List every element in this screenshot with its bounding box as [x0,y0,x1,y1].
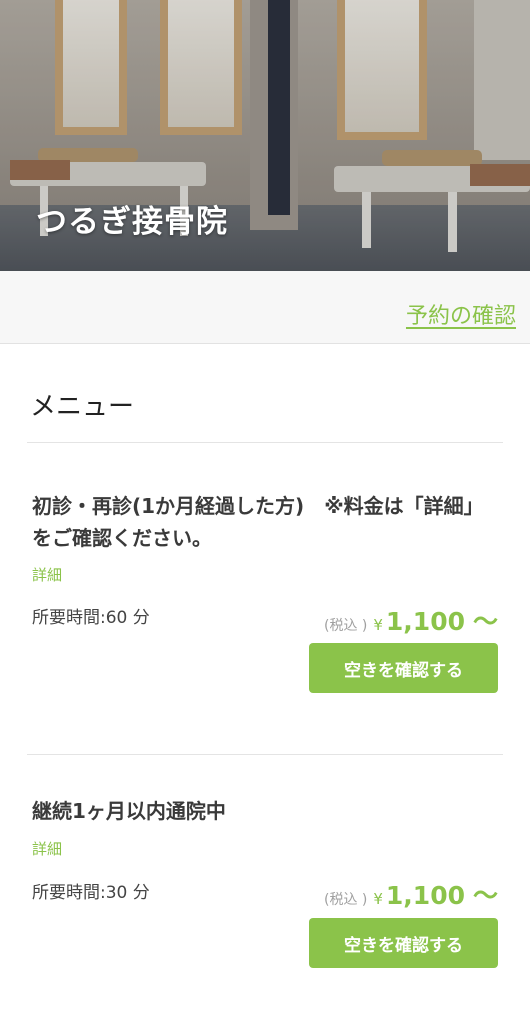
price-amount: 1,100 [385,881,465,910]
price-amount: 1,100 [385,607,465,636]
currency-symbol: ¥ [373,616,383,634]
duration-text: 所要時間:60 分 [32,608,150,628]
menu-item-title: 継続1ヶ月以内通院中 [32,799,226,823]
subheader-bar: 予約の確認 [0,271,530,344]
menu-item-title: 初診・再診(1か月経過した方) ※料金は「詳細」をご確認ください。 [32,494,484,550]
price: (税込 ) ¥1,100 〜 [324,876,498,912]
check-availability-button[interactable]: 空きを確認する [309,918,498,968]
detail-link[interactable]: 詳細 [32,564,62,585]
detail-link[interactable]: 詳細 [32,838,62,859]
divider [27,754,503,755]
hero-banner: つるぎ接骨院 [0,0,530,271]
price-suffix: 〜 [472,607,498,636]
price-suffix: 〜 [472,881,498,910]
duration-text: 所要時間:30 分 [32,883,150,903]
price: (税込 ) ¥1,100 〜 [324,602,498,638]
tax-label: (税込 ) [323,892,368,908]
tax-label: (税込 ) [323,618,368,634]
reservation-check-link[interactable]: 予約の確認 [406,298,516,330]
check-availability-button[interactable]: 空きを確認する [309,643,498,693]
currency-symbol: ¥ [373,890,383,908]
divider [27,442,503,443]
menu-heading: メニュー [30,392,135,422]
clinic-name: つるぎ接骨院 [36,204,228,240]
